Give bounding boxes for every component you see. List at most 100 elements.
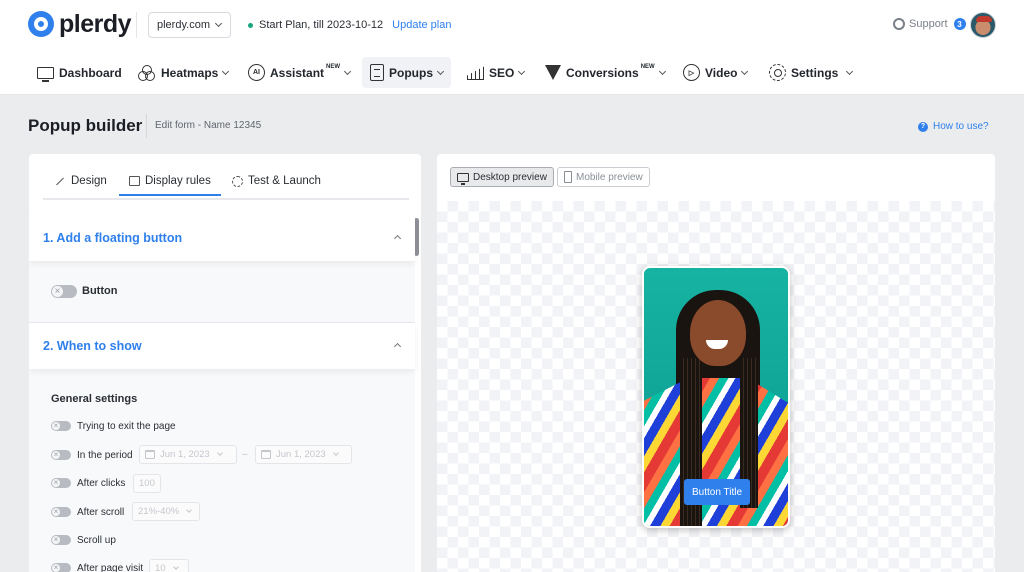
new-badge: NEW	[326, 64, 340, 70]
mobile-preview-button[interactable]: Mobile preview	[557, 167, 650, 187]
page-visit-select[interactable]: 10	[149, 559, 189, 572]
site-select[interactable]: plerdy.com	[148, 12, 231, 38]
clicks-value: 100	[139, 478, 155, 489]
chevron-down-icon	[186, 507, 192, 513]
nav-label: Conversions	[566, 66, 639, 80]
mobile-preview-label: Mobile preview	[576, 172, 643, 183]
page-subtitle: Edit form - Name 12345	[155, 120, 261, 131]
nav-item-conversions[interactable]: Conversions NEW	[540, 57, 670, 88]
page-title: Popup builder	[28, 116, 142, 136]
popup-image-dress	[644, 378, 790, 528]
play-icon: ▷	[683, 64, 700, 81]
update-plan-link[interactable]: Update plan	[392, 19, 451, 31]
general-settings-title: General settings	[51, 393, 137, 405]
nav-item-assistant[interactable]: AI Assistant NEW	[243, 57, 355, 88]
chevron-up-icon[interactable]	[394, 343, 401, 350]
rule-label: After clicks	[77, 478, 125, 489]
clicks-input[interactable]: 100	[133, 474, 161, 493]
exit-page-toggle[interactable]	[51, 421, 71, 431]
preview-panel: Desktop preview Mobile preview Button Ti…	[437, 154, 995, 572]
preview-canvas: Button Title	[437, 201, 995, 572]
rule-label: After page visit	[77, 563, 143, 572]
tab-label: Design	[71, 175, 107, 187]
button-toggle[interactable]	[51, 285, 77, 298]
page-visit-value: 10	[155, 563, 166, 572]
nav-label: Settings	[791, 66, 838, 80]
rule-label: In the period	[77, 450, 133, 461]
scroll-up-toggle[interactable]	[51, 535, 71, 545]
calendar-icon	[261, 450, 271, 459]
nav-item-video[interactable]: ▷ Video	[678, 57, 752, 88]
mobile-icon	[564, 171, 572, 183]
plan-text: Start Plan, till 2023-10-12	[259, 19, 383, 31]
logo-text: plerdy	[59, 11, 131, 37]
chevron-down-icon	[741, 67, 748, 74]
chevron-down-icon	[217, 450, 223, 456]
nav-label: Popups	[389, 66, 433, 80]
desktop-preview-button[interactable]: Desktop preview	[450, 167, 554, 187]
chevron-down-icon	[222, 67, 229, 74]
nav-label: Video	[705, 66, 737, 80]
how-to-use-label: How to use?	[933, 121, 989, 132]
tab-design[interactable]: Design	[55, 175, 107, 187]
tab-label: Test & Launch	[248, 175, 321, 187]
scroll-toggle[interactable]	[51, 507, 71, 517]
user-avatar[interactable]	[970, 12, 996, 38]
monitor-icon	[37, 67, 54, 79]
support-count-badge: 3	[954, 18, 966, 30]
nav-label: Dashboard	[59, 66, 122, 80]
rule-label: After scroll	[77, 507, 124, 518]
support-button[interactable]: Support 3	[893, 18, 966, 30]
rule-label: Trying to exit the page	[77, 421, 176, 432]
nav-item-popups[interactable]: Popups	[362, 57, 451, 88]
nav-label: Heatmaps	[161, 66, 218, 80]
desktop-icon	[457, 173, 469, 182]
builder-tabs: Design Display rules Test & Launch	[43, 169, 409, 200]
desktop-preview-label: Desktop preview	[473, 172, 547, 183]
tab-label: Display rules	[145, 175, 211, 187]
date-to-value: Jun 1, 2023	[276, 449, 326, 460]
period-toggle[interactable]	[51, 450, 71, 460]
chevron-down-icon	[215, 20, 222, 27]
date-range-separator: –	[242, 449, 248, 460]
date-from-picker[interactable]: Jun 1, 2023	[139, 445, 237, 464]
nav-item-settings[interactable]: Settings	[764, 57, 857, 88]
chevron-down-icon	[437, 67, 444, 74]
status-dot-icon	[248, 23, 253, 28]
chevron-down-icon	[659, 67, 666, 74]
chevron-up-icon[interactable]	[394, 235, 401, 242]
tab-display-rules[interactable]: Display rules	[129, 175, 211, 187]
popup-cta-button[interactable]: Button Title	[684, 479, 750, 505]
document-icon	[370, 64, 384, 81]
button-toggle-label: Button	[82, 285, 117, 297]
section-floating-button-header[interactable]: 1. Add a floating button	[29, 215, 415, 261]
popup-image-face	[690, 300, 746, 366]
chevron-down-icon	[333, 450, 339, 456]
nav-item-heatmaps[interactable]: Heatmaps	[133, 57, 233, 88]
settings-panel: Design Display rules Test & Launch 1. Ad…	[29, 154, 421, 572]
date-to-picker[interactable]: Jun 1, 2023	[255, 445, 352, 464]
chevron-down-icon	[518, 67, 525, 74]
support-label: Support	[909, 18, 948, 30]
section-title: 2. When to show	[43, 339, 142, 353]
top-header: plerdy plerdy.com Start Plan, till 2023-…	[0, 0, 1024, 50]
screen-icon	[129, 176, 140, 186]
scroll-select[interactable]: 21%-40%	[132, 502, 200, 521]
gear-icon	[232, 176, 243, 187]
nav-item-seo[interactable]: SEO	[462, 57, 529, 88]
page-visit-toggle[interactable]	[51, 563, 71, 572]
nav-item-dashboard[interactable]: Dashboard	[32, 57, 127, 88]
new-badge: NEW	[641, 64, 655, 70]
chevron-down-icon	[846, 67, 853, 74]
plerdy-logo[interactable]: plerdy	[28, 11, 131, 37]
how-to-use-link[interactable]: ? How to use?	[918, 121, 989, 132]
tab-test-launch[interactable]: Test & Launch	[232, 175, 321, 187]
plerdy-logo-icon	[28, 11, 54, 37]
calendar-icon	[145, 450, 155, 459]
funnel-icon	[545, 65, 561, 80]
clicks-toggle[interactable]	[51, 478, 71, 488]
popup-preview[interactable]: Button Title	[642, 266, 790, 528]
section-when-to-show-header[interactable]: 2. When to show	[29, 323, 415, 369]
heatmaps-icon	[138, 65, 156, 81]
section-title: 1. Add a floating button	[43, 231, 182, 245]
